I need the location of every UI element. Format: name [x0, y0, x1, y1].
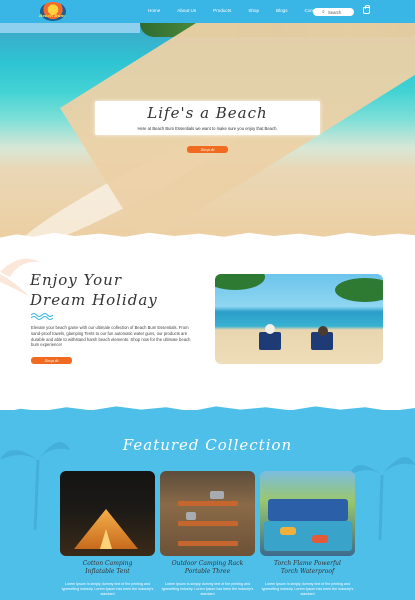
product-desc-torch: Lorem Ipsum is simply dummy text of the …	[261, 582, 354, 596]
enjoy-shop-button[interactable]: Shop At	[31, 357, 72, 364]
product-desc-rack: Lorem Ipsum is simply dummy text of the …	[161, 582, 254, 596]
hero-shop-button[interactable]: Shop At	[187, 146, 228, 153]
enjoy-title-line2: Dream Holiday	[30, 291, 158, 309]
wave-icon	[31, 313, 53, 320]
nav-products[interactable]: Products	[213, 8, 231, 13]
mat-image-blue	[268, 499, 348, 521]
mat-pattern-1	[280, 527, 296, 535]
product-desc-tent: Lorem Ipsum is simply dummy text of the …	[61, 582, 154, 596]
enjoy-title-line1: Enjoy Your	[30, 271, 122, 289]
hero-title: Life's a Beach	[147, 104, 268, 122]
beach-chairs-photo	[215, 274, 383, 364]
nav-about-us[interactable]: About Us	[177, 8, 196, 13]
product-name-line2: Inflatable Tent	[85, 568, 130, 575]
product-card-tent[interactable]	[60, 471, 155, 556]
product-name-rack[interactable]: Outdoor Camping Rack Portable Three	[160, 560, 255, 576]
featured-title: Featured Collection	[122, 436, 293, 454]
pot-image	[210, 491, 224, 499]
rack-shelf-middle	[178, 521, 238, 526]
enjoy-title: Enjoy Your Dream Holiday	[30, 270, 158, 310]
rack-shelf-bottom	[178, 541, 238, 546]
hero-banner: Life's a Beach Here at Beach Bum Essenti…	[0, 23, 415, 238]
product-card-torch[interactable]	[260, 471, 355, 556]
product-card-rack[interactable]	[160, 471, 255, 556]
palm-fronds-right	[335, 278, 383, 302]
logo-icon[interactable]	[40, 2, 66, 21]
product-name-line2: Portable Three	[184, 568, 231, 575]
palm-fronds-left	[215, 274, 265, 290]
mat-image-printed	[264, 521, 352, 551]
nav-home[interactable]: Home	[148, 8, 160, 13]
person-left	[265, 324, 275, 334]
mat-pattern-2	[312, 535, 328, 543]
site-header: Beach Bum Home About Us Products Shop Bl…	[0, 0, 415, 23]
nav-blogs[interactable]: Blogs	[276, 8, 288, 13]
search-icon[interactable]: ⌕	[322, 9, 325, 15]
hero-subtitle: Here at Beach Bum Essentials we want to …	[137, 126, 278, 131]
logo-text[interactable]: Beach Bum	[39, 13, 65, 18]
nav-shop[interactable]: Shop	[248, 8, 259, 13]
cup-image	[186, 512, 196, 520]
product-name-line1: Cotton Camping	[82, 560, 133, 567]
product-name-line1: Outdoor Camping Rack	[171, 560, 244, 567]
product-name-tent[interactable]: Cotton Camping Inflatable Tent	[60, 560, 155, 576]
product-name-line2: Torch Waterproof	[280, 568, 335, 575]
beach-chair-left	[259, 332, 281, 350]
search-input[interactable]: ⌕ Search	[313, 8, 354, 16]
enjoy-description: Elevate your beach game with our ultimat…	[31, 325, 191, 348]
product-name-torch[interactable]: Torch Flame Powerful Torch Waterproof	[260, 560, 355, 576]
rack-shelf-top	[178, 501, 238, 506]
product-name-line1: Torch Flame Powerful	[274, 560, 341, 567]
cart-icon[interactable]	[363, 5, 370, 14]
person-right	[318, 326, 328, 336]
hero-sky	[0, 23, 140, 33]
hero-card: Life's a Beach Here at Beach Bum Essenti…	[95, 101, 320, 135]
search-placeholder: Search	[328, 10, 342, 15]
